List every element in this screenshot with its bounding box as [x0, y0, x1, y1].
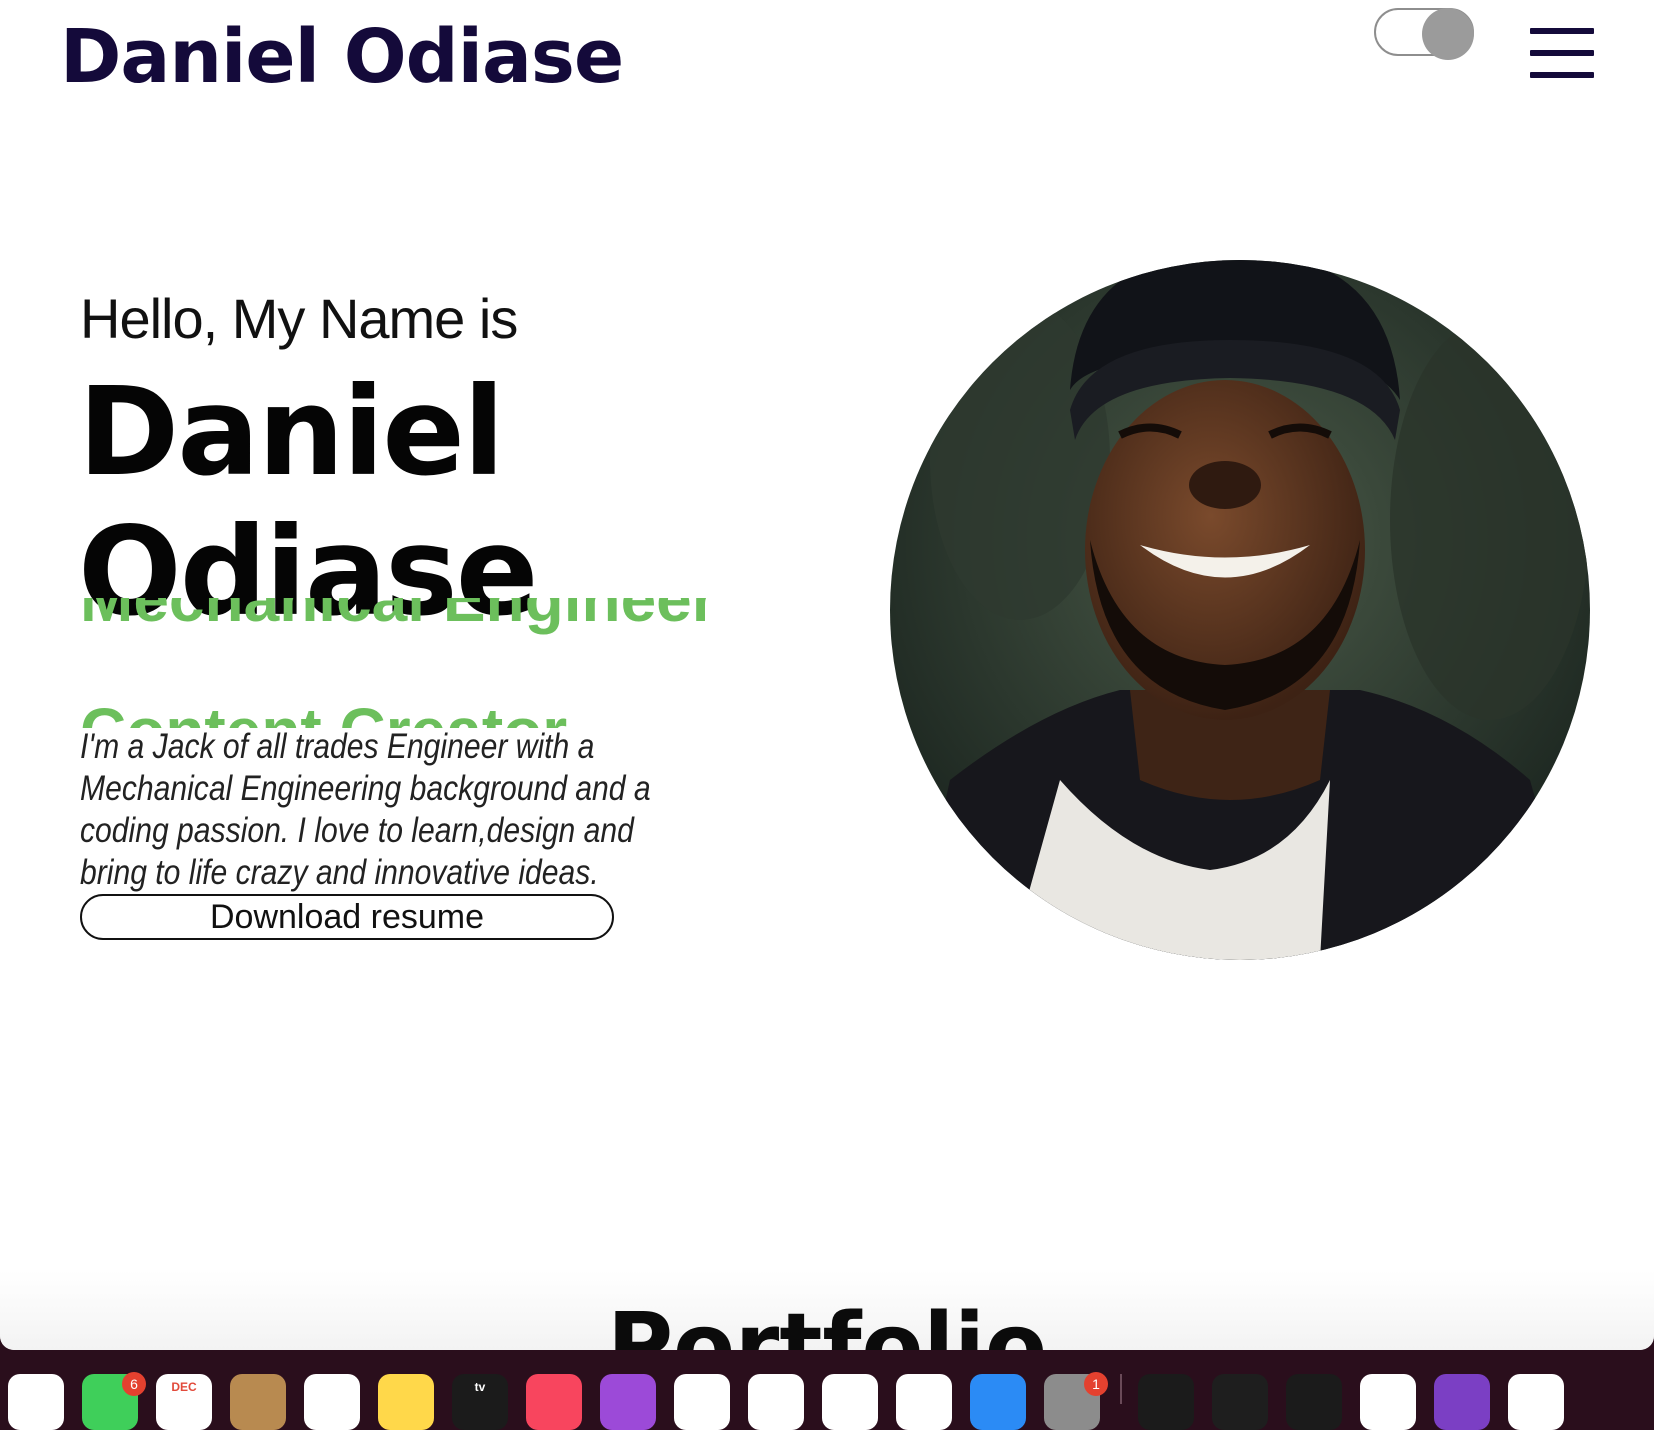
notes-icon[interactable]	[378, 1374, 434, 1430]
notification-badge: 1	[1084, 1372, 1108, 1396]
theme-toggle[interactable]	[1374, 8, 1474, 60]
hamburger-line	[1530, 50, 1594, 56]
news-icon[interactable]	[674, 1374, 730, 1430]
hero-name-first: Daniel	[78, 361, 505, 503]
notification-badge: 6	[122, 1372, 146, 1396]
hero-bio: I'm a Jack of all trades Engineer with a…	[80, 727, 651, 892]
portfolio-heading: Portfolio	[607, 1294, 1047, 1350]
numbers-icon[interactable]	[822, 1374, 878, 1430]
terminal-icon[interactable]	[1138, 1374, 1194, 1430]
podcasts-icon[interactable]	[600, 1374, 656, 1430]
toggle-knob	[1422, 8, 1474, 60]
vscode-icon[interactable]	[1508, 1374, 1564, 1430]
role-text: Content Creator	[80, 694, 567, 728]
music-icon[interactable]	[526, 1374, 582, 1430]
calendar-icon-label: DEC	[171, 1380, 197, 1394]
apple-tv-icon-label: tv	[474, 1380, 486, 1394]
profile-photo	[890, 260, 1590, 960]
hamburger-icon[interactable]	[1530, 28, 1594, 82]
hamburger-line	[1530, 28, 1594, 34]
hero-greeting: Hello, My Name is	[80, 287, 518, 350]
reminders-icon[interactable]	[304, 1374, 360, 1430]
browser-page: Daniel Odiase Hello, My Name is Daniel O…	[0, 0, 1654, 1350]
hamburger-line	[1530, 72, 1594, 78]
download-resume-button[interactable]: Download resume	[80, 894, 614, 940]
role-ticker: Mechanical Engineer Content Creator	[80, 598, 720, 728]
chrome-icon[interactable]	[1360, 1374, 1416, 1430]
figma-icon[interactable]	[1212, 1374, 1268, 1430]
apple-tv-icon[interactable]: tv	[452, 1374, 508, 1430]
photos-icon[interactable]	[8, 1374, 64, 1430]
site-logo[interactable]: Daniel Odiase	[60, 14, 624, 100]
activity-monitor-icon[interactable]	[1286, 1374, 1342, 1430]
app-store-icon[interactable]	[970, 1374, 1026, 1430]
dock-separator	[1120, 1374, 1122, 1404]
keynote-icon[interactable]	[748, 1374, 804, 1430]
pages-icon[interactable]	[896, 1374, 952, 1430]
role-text: Mechanical Engineer	[80, 598, 717, 635]
github-desktop-icon[interactable]	[1434, 1374, 1490, 1430]
contacts-icon[interactable]	[230, 1374, 286, 1430]
calendar-icon[interactable]: DEC	[156, 1374, 212, 1430]
